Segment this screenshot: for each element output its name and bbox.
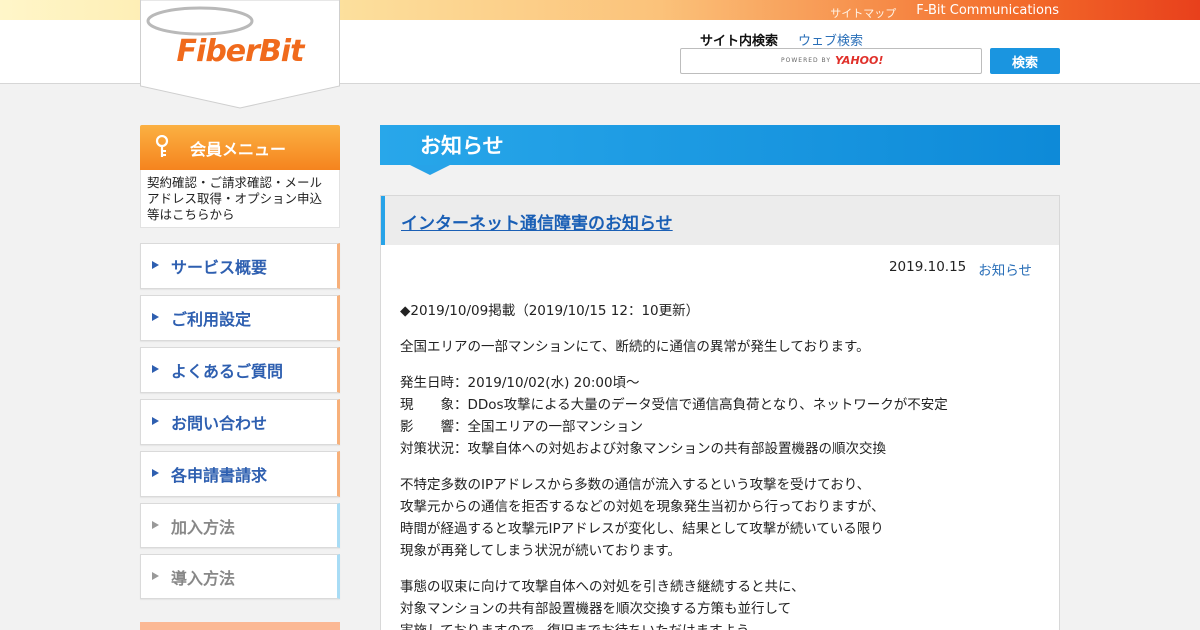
sidebar-item-faq[interactable]: よくあるご質問 (140, 347, 340, 393)
sidebar-item-label: 加入方法 (171, 517, 236, 537)
article-paragraph: 全国エリアの一部マンションにて、断続的に通信の異常が発生しております。 (400, 339, 870, 355)
article-body: ◆2019/10/09掲載（2019/10/15 12：10更新） 全国エリアの… (400, 300, 1040, 630)
article-date: 2019.10.15 (888, 259, 967, 275)
logo-wordmark: FiberBit (176, 34, 305, 69)
sidebar-item-label: サービス概要 (171, 258, 268, 277)
section-header: お知らせ (380, 125, 1060, 165)
sidebar-item-application-forms[interactable]: 各申請書請求 (140, 451, 340, 497)
tab-site-search[interactable]: サイト内検索 (700, 30, 778, 49)
article-title-bar: インターネット通信障害のお知らせ (381, 196, 1059, 245)
sidebar-item-contact[interactable]: お問い合わせ (140, 399, 340, 445)
sidebar-item-label: お問い合わせ (171, 414, 268, 433)
article-paragraph: 不特定多数のIPアドレスから多数の通信が流入するという攻撃を受けており、 攻撃元… (400, 477, 885, 559)
sitemap-link[interactable]: サイトマップ (830, 4, 896, 21)
sidebar-menu: サービス概要 ご利用設定 よくあるご質問 お問い合わせ 各申請書請求 加入方法 … (140, 243, 340, 599)
powered-by-label: POWERED BY YAHOO! (781, 54, 883, 67)
sidebar-item-label: 導入方法 (171, 568, 236, 588)
article-meta: 2019.10.15 お知らせ (889, 259, 1032, 279)
sidebar-item-label: よくあるご質問 (171, 362, 284, 381)
sidebar-item-label: ご利用設定 (171, 310, 252, 329)
section-header-notch (410, 165, 450, 175)
member-menu-title: 会員メニュー (190, 139, 287, 159)
triangle-right-icon (152, 469, 159, 477)
article-title-link[interactable]: インターネット通信障害のお知らせ (401, 209, 673, 234)
article-paragraph: 事態の収束に向けて攻撃自体への対処を引き続き継続すると共に、 対象マンションの共… (400, 579, 805, 630)
sidebar-item-label: 各申請書請求 (171, 466, 268, 485)
triangle-right-icon (152, 261, 159, 269)
news-article: インターネット通信障害のお知らせ 2019.10.15 お知らせ ◆2019/1… (380, 195, 1060, 630)
triangle-right-icon (152, 521, 159, 529)
sidebar-item-service-overview[interactable]: サービス概要 (140, 243, 340, 289)
sidebar-item-how-to-install[interactable]: 導入方法 (140, 554, 340, 599)
search-input[interactable]: POWERED BY YAHOO! (680, 48, 982, 74)
tab-web-search[interactable]: ウェブ検索 (798, 30, 863, 49)
article-paragraph: ◆2019/10/09掲載（2019/10/15 12：10更新） (400, 303, 700, 319)
triangle-right-icon (152, 313, 159, 321)
triangle-right-icon (152, 572, 159, 580)
article-paragraph: 発生日時：2019/10/02(水) 20:00頃～ 現 象：DDos攻撃による… (400, 375, 948, 457)
powered-by-text: POWERED BY (781, 57, 832, 64)
sidebar-banner-partial[interactable] (140, 622, 340, 630)
triangle-right-icon (152, 365, 159, 373)
company-link[interactable]: F-Bit Communications (916, 3, 1059, 21)
sidebar: 会員メニュー 契約確認・ご請求確認・メールアドレス取得・オプション申込等はこちら… (140, 125, 340, 605)
search-tabs: サイト内検索 ウェブ検索 (700, 30, 863, 49)
key-icon (155, 135, 169, 157)
triangle-right-icon (152, 417, 159, 425)
site-logo[interactable]: FiberBit (140, 0, 340, 109)
sidebar-item-usage-settings[interactable]: ご利用設定 (140, 295, 340, 341)
section-title: お知らせ (420, 134, 504, 158)
article-category-link[interactable]: お知らせ (978, 259, 1032, 279)
top-links: サイトマップ F-Bit Communications (830, 3, 1059, 21)
member-menu-description[interactable]: 契約確認・ご請求確認・メールアドレス取得・オプション申込等はこちらから (140, 170, 340, 228)
sidebar-item-how-to-join[interactable]: 加入方法 (140, 503, 340, 548)
yahoo-logo: YAHOO! (835, 54, 884, 67)
member-menu-header[interactable]: 会員メニュー (140, 125, 340, 170)
search-button[interactable]: 検索 (990, 48, 1060, 74)
